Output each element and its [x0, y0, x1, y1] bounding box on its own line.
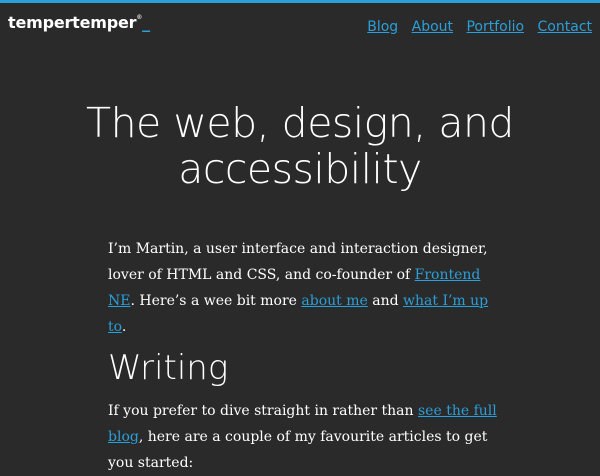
intro-text-4: . [121, 319, 127, 335]
writing-heading: Writing [108, 348, 229, 388]
intro-paragraph: I’m Martin, a user interface and interac… [108, 236, 498, 340]
intro-text-3: and [367, 293, 404, 309]
hero-title-line-1: The web, design, and [86, 99, 514, 147]
logo-registered-mark: ® [136, 14, 143, 21]
about-me-link[interactable]: about me [301, 293, 367, 309]
logo-text: tempertemper [8, 13, 137, 32]
hero-title-line-2: accessibility [178, 145, 422, 193]
hero-title: The web, design, and accessibility [0, 100, 600, 192]
logo-cursor: _ [142, 13, 150, 32]
writing-paragraph: If you prefer to dive straight in rather… [108, 398, 508, 476]
nav-link-about[interactable]: About [412, 19, 453, 35]
site-header: tempertemper®_ Blog About Portfolio Cont… [0, 0, 600, 50]
intro-text-2: . Here’s a wee bit more [130, 293, 302, 309]
writing-text-2: , here are a couple of my favourite arti… [108, 429, 488, 471]
nav-link-portfolio[interactable]: Portfolio [466, 19, 524, 35]
main-nav: Blog About Portfolio Contact [358, 19, 592, 35]
nav-link-blog[interactable]: Blog [367, 19, 398, 35]
writing-text-1: If you prefer to dive straight in rather… [108, 403, 418, 419]
site-logo[interactable]: tempertemper®_ [8, 13, 150, 32]
nav-link-contact[interactable]: Contact [538, 19, 592, 35]
